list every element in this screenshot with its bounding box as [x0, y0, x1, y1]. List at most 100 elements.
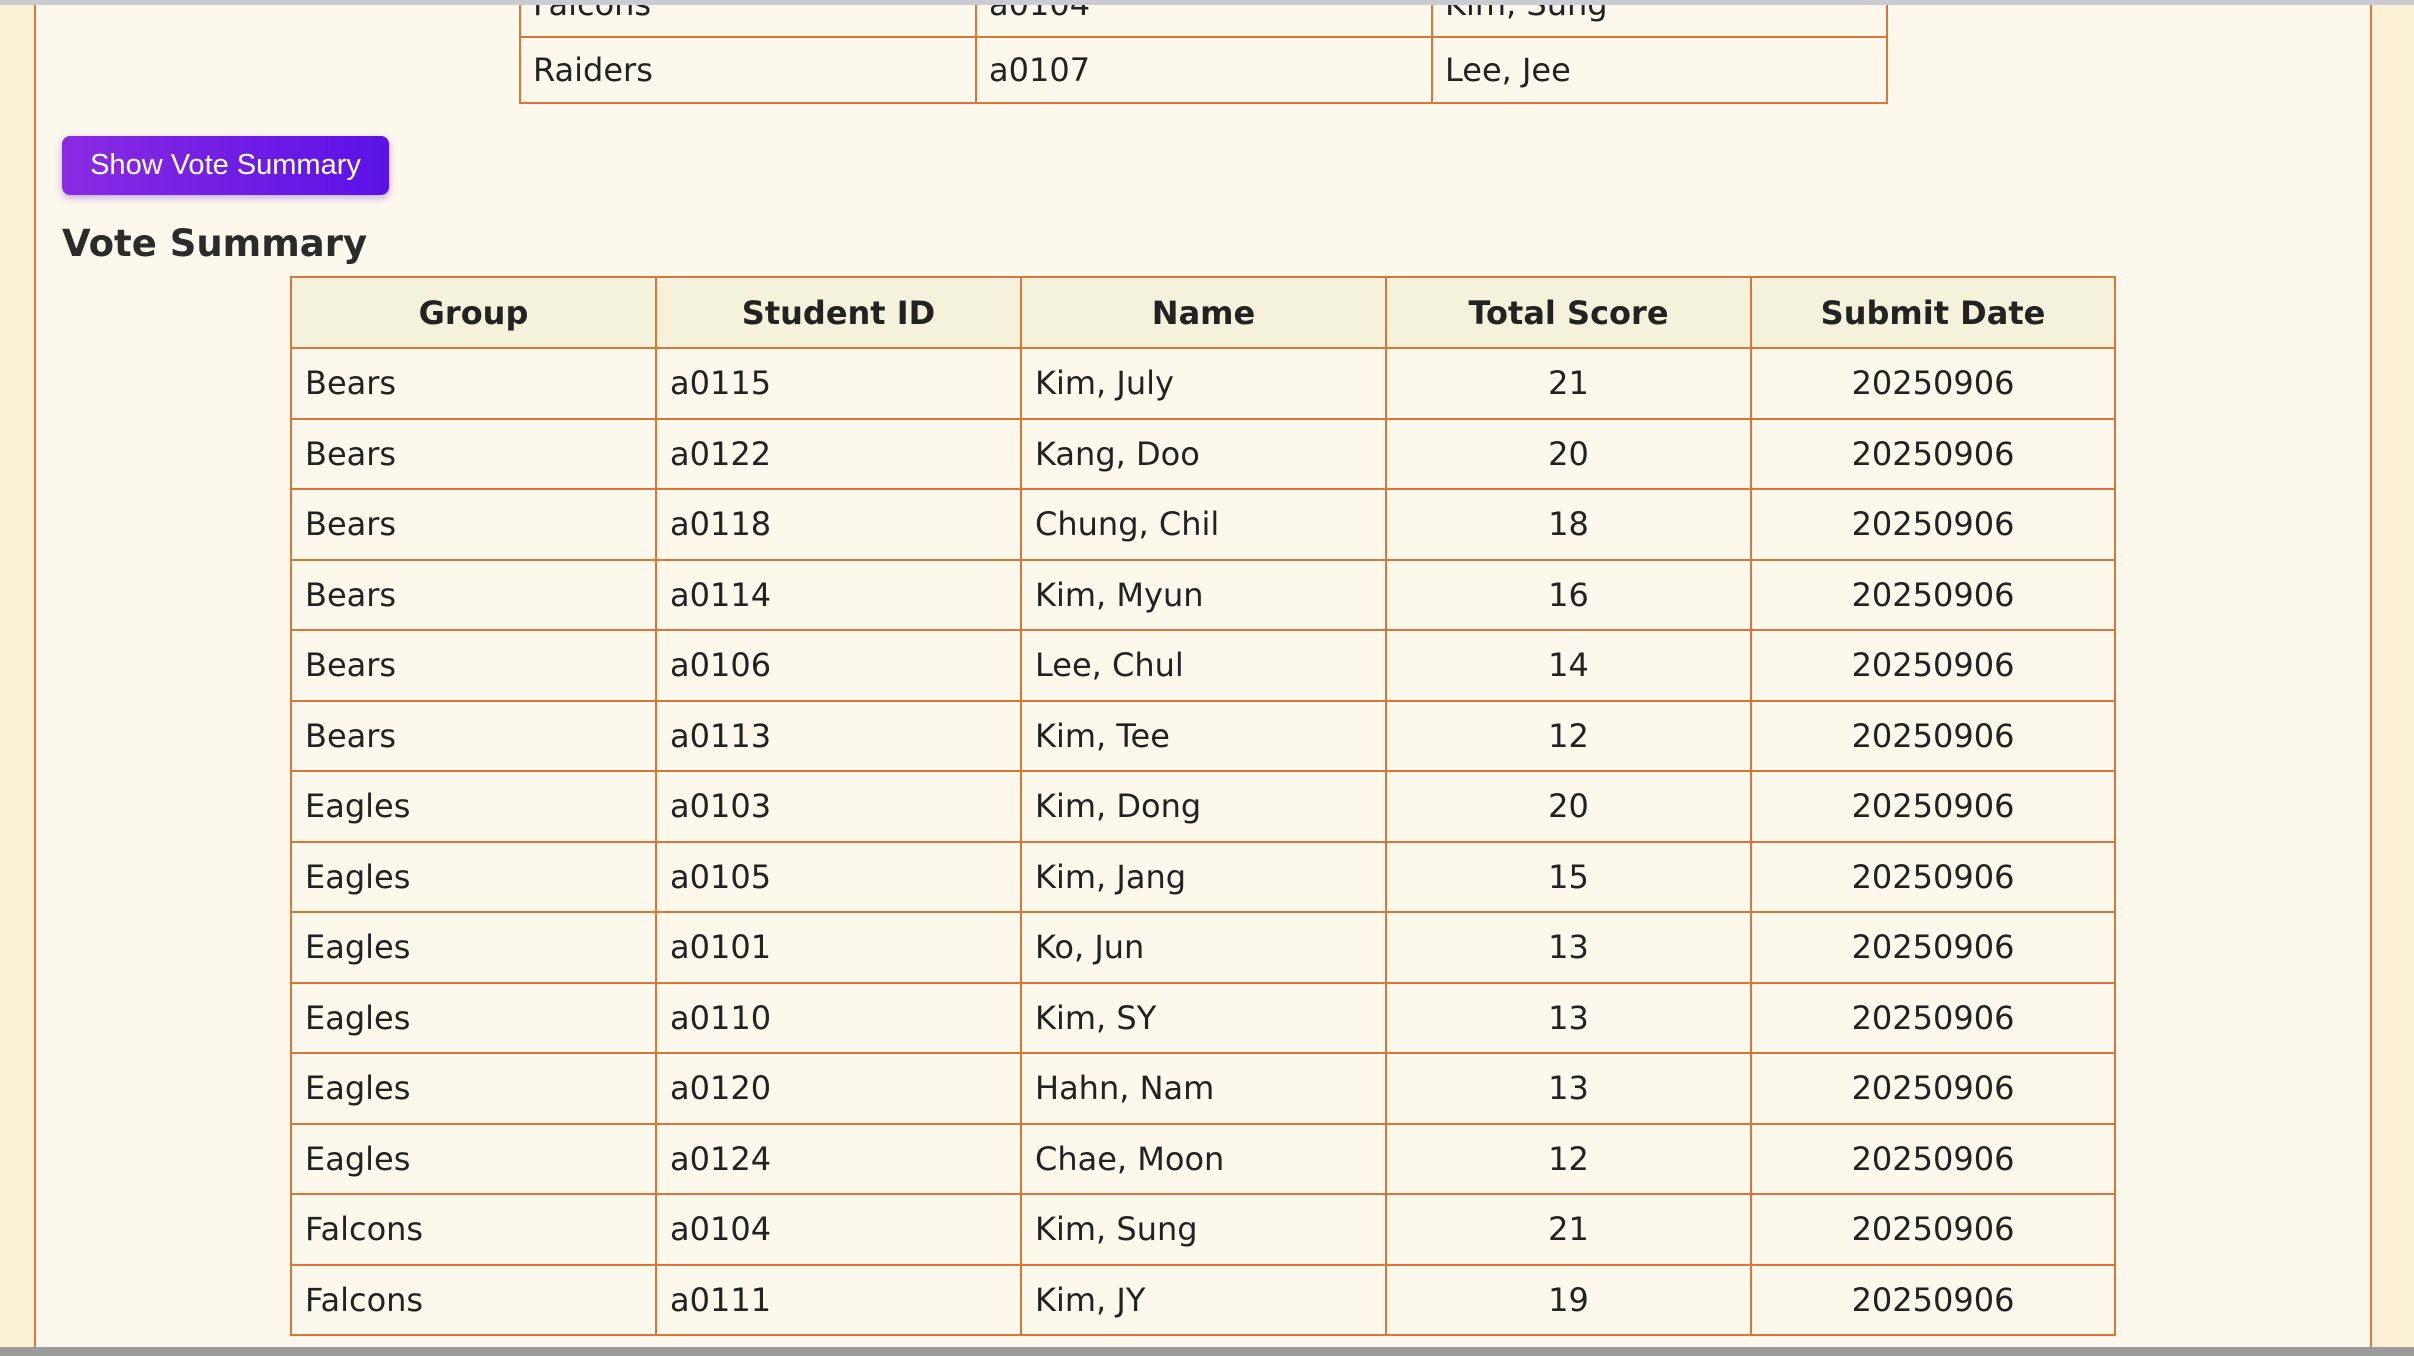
- total-score-cell: 15: [1385, 840, 1752, 913]
- name-cell: Kim, Dong: [1020, 770, 1387, 843]
- name-cell: Kim, Sung: [1020, 1193, 1387, 1266]
- submit-date-cell: 20250906: [1750, 981, 2116, 1054]
- table-row: Bears a0118 Chung, Chil 18 20250906: [290, 488, 2116, 561]
- group-cell: Eagles: [290, 1052, 657, 1125]
- group-cell: Bears: [290, 347, 657, 420]
- table-row: Eagles a0101 Ko, Jun 13 20250906: [290, 911, 2116, 984]
- name-cell: Kim, SY: [1020, 981, 1387, 1054]
- table-row: Bears a0106 Lee, Chul 14 20250906: [290, 629, 2116, 702]
- table-row: Falcons a0104 Kim, Sung: [519, 0, 1888, 38]
- student-id-cell: a0107: [975, 36, 1433, 104]
- student-id-cell: a0110: [655, 981, 1022, 1054]
- student-id-cell: a0104: [975, 0, 1433, 38]
- name-cell: Kim, July: [1020, 347, 1387, 420]
- total-score-cell: 18: [1385, 488, 1752, 561]
- student-id-cell: a0111: [655, 1263, 1022, 1336]
- table-row: Falcons a0111 Kim, JY 19 20250906: [290, 1263, 2116, 1336]
- student-id-cell: a0101: [655, 911, 1022, 984]
- name-cell: Kim, Myun: [1020, 558, 1387, 631]
- student-id-cell: a0103: [655, 770, 1022, 843]
- total-score-cell: 13: [1385, 981, 1752, 1054]
- vote-summary-body: Bears a0115 Kim, July 21 20250906 Bears a0122 K…: [290, 347, 2116, 1336]
- table-row: Bears a0122 Kang, Doo 20 20250906: [290, 417, 2116, 490]
- submit-date-cell: 20250906: [1750, 699, 2116, 772]
- total-score-cell: 19: [1385, 1263, 1752, 1336]
- submit-date-cell: 20250906: [1750, 629, 2116, 702]
- name-cell: Kang, Doo: [1020, 417, 1387, 490]
- student-id-cell: a0105: [655, 840, 1022, 913]
- student-id-cell: a0113: [655, 699, 1022, 772]
- name-cell: Lee, Jee: [1431, 36, 1888, 104]
- student-id-cell: a0104: [655, 1193, 1022, 1266]
- previous-group-table: Falcons a0104 Kim, Sung Raiders a0107 Le…: [519, 0, 1888, 104]
- table-row: Bears a0114 Kim, Myun 16 20250906: [290, 558, 2116, 631]
- column-header-student-id: Student ID: [655, 276, 1022, 349]
- total-score-cell: 12: [1385, 699, 1752, 772]
- group-cell: Bears: [290, 417, 657, 490]
- submit-date-cell: 20250906: [1750, 770, 2116, 843]
- total-score-cell: 20: [1385, 770, 1752, 843]
- group-cell: Falcons: [519, 0, 977, 38]
- right-page-gutter: [2372, 0, 2414, 1356]
- name-cell: Hahn, Nam: [1020, 1052, 1387, 1125]
- table-row: Raiders a0107 Lee, Jee: [519, 36, 1888, 104]
- left-page-gutter: [0, 0, 34, 1356]
- vote-summary-table: Group Student ID Name Total Score Submit…: [290, 276, 2116, 1336]
- student-id-cell: a0122: [655, 417, 1022, 490]
- total-score-cell: 12: [1385, 1122, 1752, 1195]
- submit-date-cell: 20250906: [1750, 558, 2116, 631]
- table-row: Eagles a0120 Hahn, Nam 13 20250906: [290, 1052, 2116, 1125]
- vote-summary-heading: Vote Summary: [62, 222, 368, 265]
- left-page-border: [34, 0, 36, 1356]
- table-row: Falcons a0104 Kim, Sung 21 20250906: [290, 1193, 2116, 1266]
- total-score-cell: 20: [1385, 417, 1752, 490]
- group-cell: Eagles: [290, 1122, 657, 1195]
- name-cell: Chung, Chil: [1020, 488, 1387, 561]
- name-cell: Ko, Jun: [1020, 911, 1387, 984]
- group-cell: Eagles: [290, 770, 657, 843]
- submit-date-cell: 20250906: [1750, 488, 2116, 561]
- name-cell: Kim, Sung: [1431, 0, 1888, 38]
- submit-date-cell: 20250906: [1750, 911, 2116, 984]
- student-id-cell: a0115: [655, 347, 1022, 420]
- name-cell: Lee, Chul: [1020, 629, 1387, 702]
- student-id-cell: a0118: [655, 488, 1022, 561]
- name-cell: Chae, Moon: [1020, 1122, 1387, 1195]
- name-cell: Kim, Jang: [1020, 840, 1387, 913]
- column-header-total-score: Total Score: [1385, 276, 1752, 349]
- total-score-cell: 16: [1385, 558, 1752, 631]
- submit-date-cell: 20250906: [1750, 1193, 2116, 1266]
- total-score-cell: 21: [1385, 347, 1752, 420]
- column-header-name: Name: [1020, 276, 1387, 349]
- group-cell: Eagles: [290, 840, 657, 913]
- table-row: Bears a0115 Kim, July 21 20250906: [290, 347, 2116, 420]
- table-header-row: Group Student ID Name Total Score Submit…: [290, 276, 2116, 349]
- table-row: Bears a0113 Kim, Tee 12 20250906: [290, 699, 2116, 772]
- show-vote-summary-button[interactable]: Show Vote Summary: [62, 136, 389, 195]
- group-cell: Eagles: [290, 911, 657, 984]
- horizontal-scrollbar[interactable]: [0, 1347, 2414, 1356]
- submit-date-cell: 20250906: [1750, 1263, 2116, 1336]
- student-id-cell: a0106: [655, 629, 1022, 702]
- table-row: Eagles a0103 Kim, Dong 20 20250906: [290, 770, 2116, 843]
- group-cell: Falcons: [290, 1193, 657, 1266]
- column-header-group: Group: [290, 276, 657, 349]
- total-score-cell: 14: [1385, 629, 1752, 702]
- group-cell: Bears: [290, 629, 657, 702]
- student-id-cell: a0124: [655, 1122, 1022, 1195]
- group-cell: Raiders: [519, 36, 977, 104]
- total-score-cell: 13: [1385, 911, 1752, 984]
- group-cell: Bears: [290, 488, 657, 561]
- submit-date-cell: 20250906: [1750, 840, 2116, 913]
- submit-date-cell: 20250906: [1750, 417, 2116, 490]
- table-row: Eagles a0124 Chae, Moon 12 20250906: [290, 1122, 2116, 1195]
- student-id-cell: a0114: [655, 558, 1022, 631]
- total-score-cell: 13: [1385, 1052, 1752, 1125]
- group-cell: Falcons: [290, 1263, 657, 1336]
- table-row: Eagles a0110 Kim, SY 13 20250906: [290, 981, 2116, 1054]
- group-cell: Bears: [290, 699, 657, 772]
- submit-date-cell: 20250906: [1750, 1122, 2116, 1195]
- browser-top-edge: [0, 0, 2414, 5]
- table-row: Eagles a0105 Kim, Jang 15 20250906: [290, 840, 2116, 913]
- student-id-cell: a0120: [655, 1052, 1022, 1125]
